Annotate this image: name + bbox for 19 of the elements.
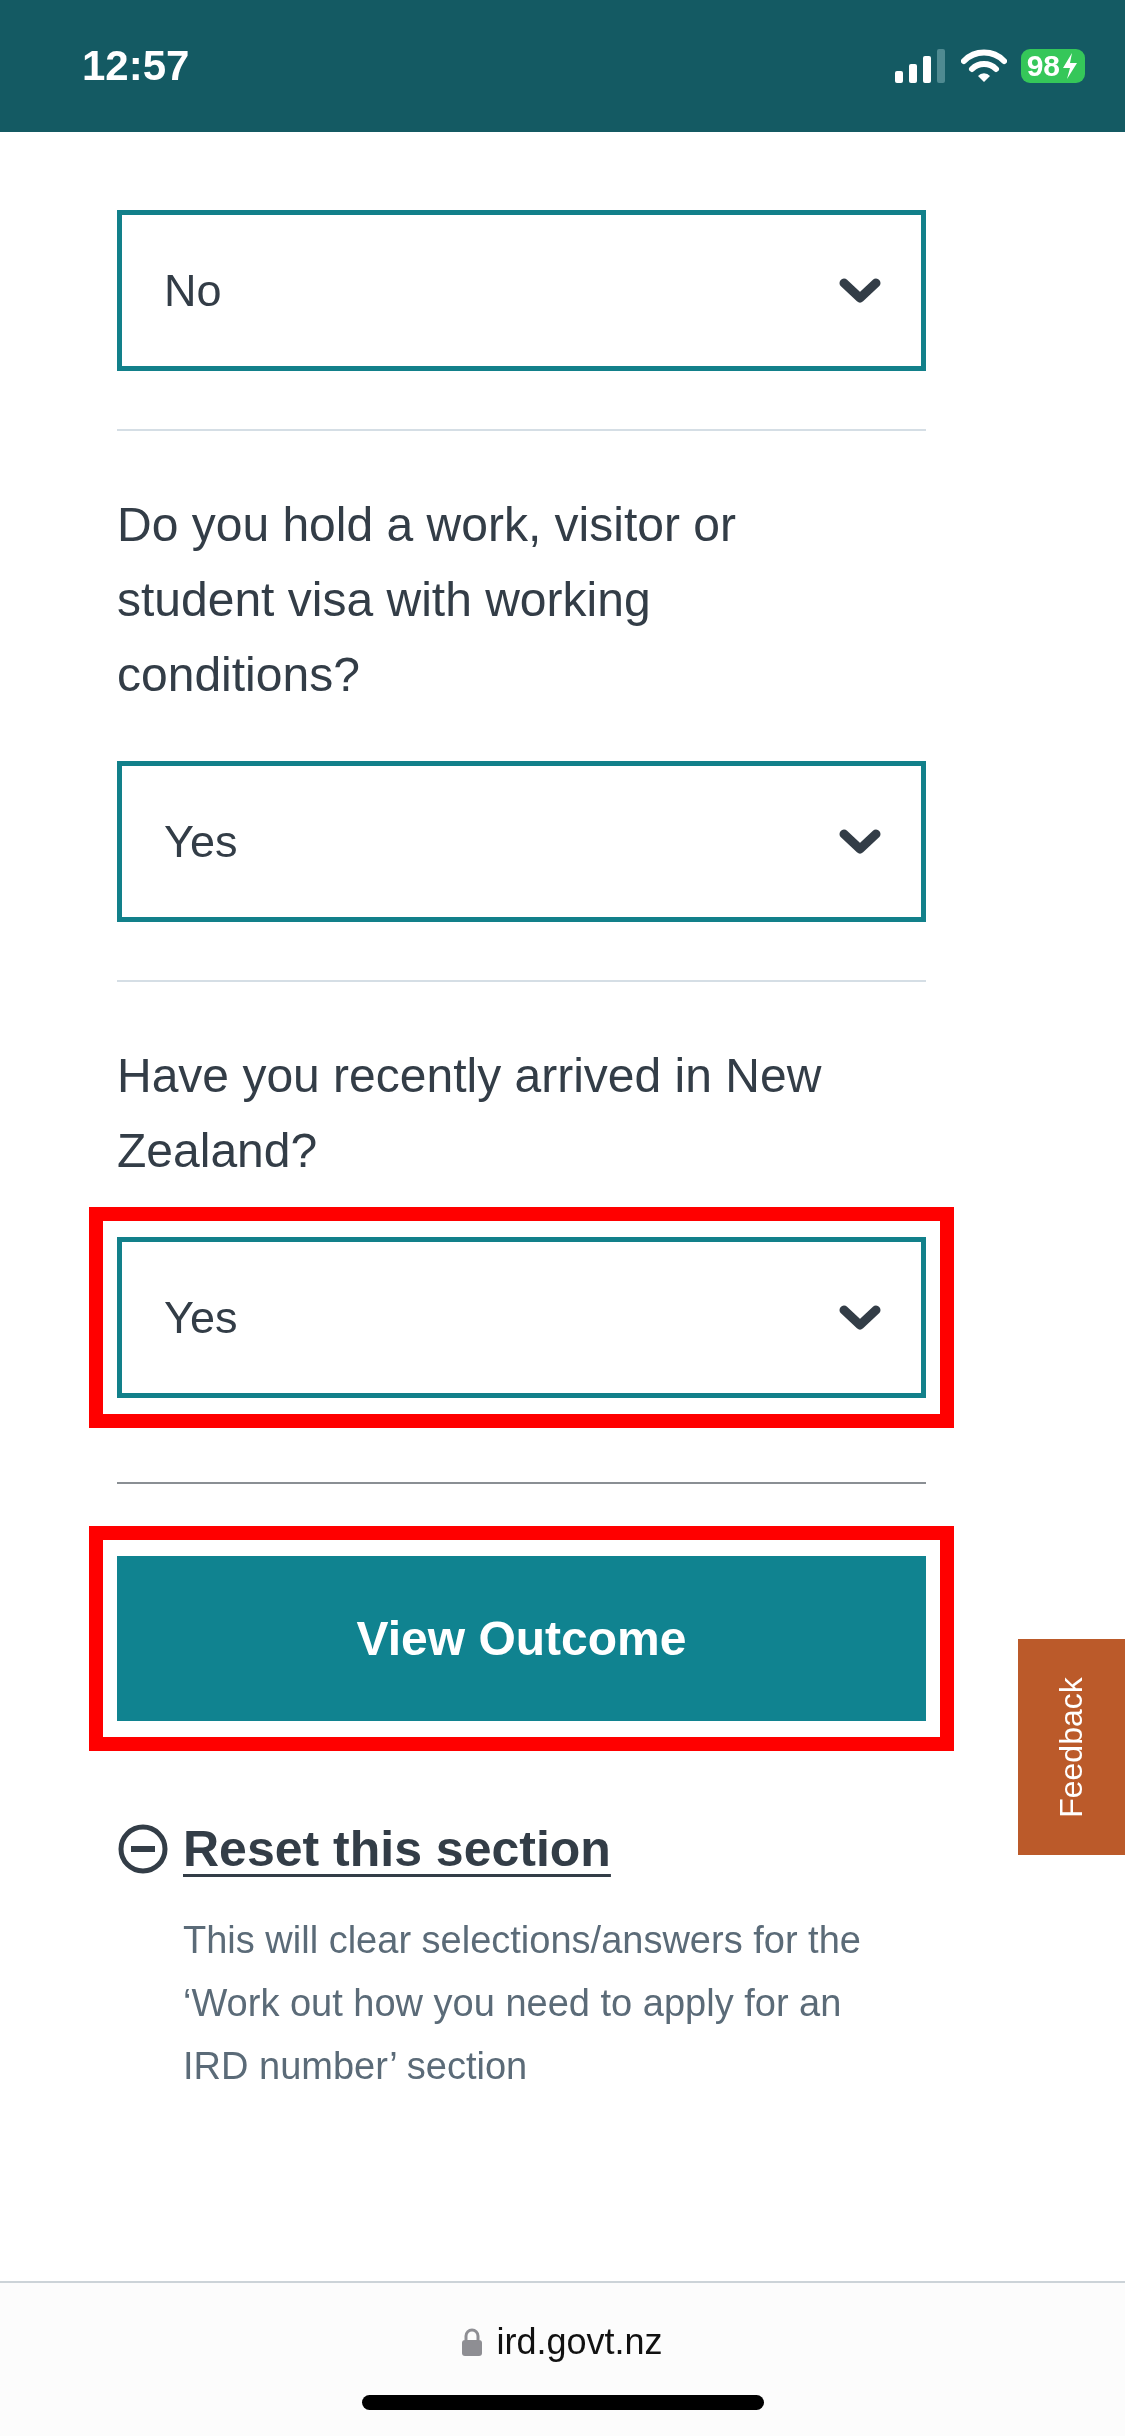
view-outcome-button[interactable]: View Outcome xyxy=(117,1556,926,1721)
clock-time: 12:57 xyxy=(82,42,190,90)
chevron-down-icon xyxy=(839,828,881,855)
dropdown[interactable]: Yes xyxy=(117,761,926,922)
chevron-down-icon xyxy=(839,1304,881,1331)
chevron-down-icon xyxy=(839,277,881,304)
question-text: Do you hold a work, visitor or student visa with working conditions? xyxy=(117,497,737,703)
dropdown[interactable]: Yes xyxy=(117,1237,926,1398)
wifi-icon xyxy=(960,49,1007,83)
reset-description: This will clear selections/answers for the ‘Work out how you need to apply for an IRD number’ section xyxy=(183,1918,862,2089)
battery-indicator: 98 xyxy=(1020,49,1085,83)
reset-link[interactable]: Reset this section xyxy=(183,1819,611,1879)
minus-circle-icon xyxy=(117,1823,169,1875)
signal-icon xyxy=(894,49,947,83)
feedback-tab[interactable]: Feedback xyxy=(1018,1639,1125,1855)
question-text: Have you recently arrived in New Zealand? xyxy=(117,1048,823,1179)
lock-icon xyxy=(462,2328,483,2356)
url-text[interactable]: ird.govt.nz xyxy=(496,2321,663,2363)
dropdown[interactable]: No xyxy=(117,210,926,371)
